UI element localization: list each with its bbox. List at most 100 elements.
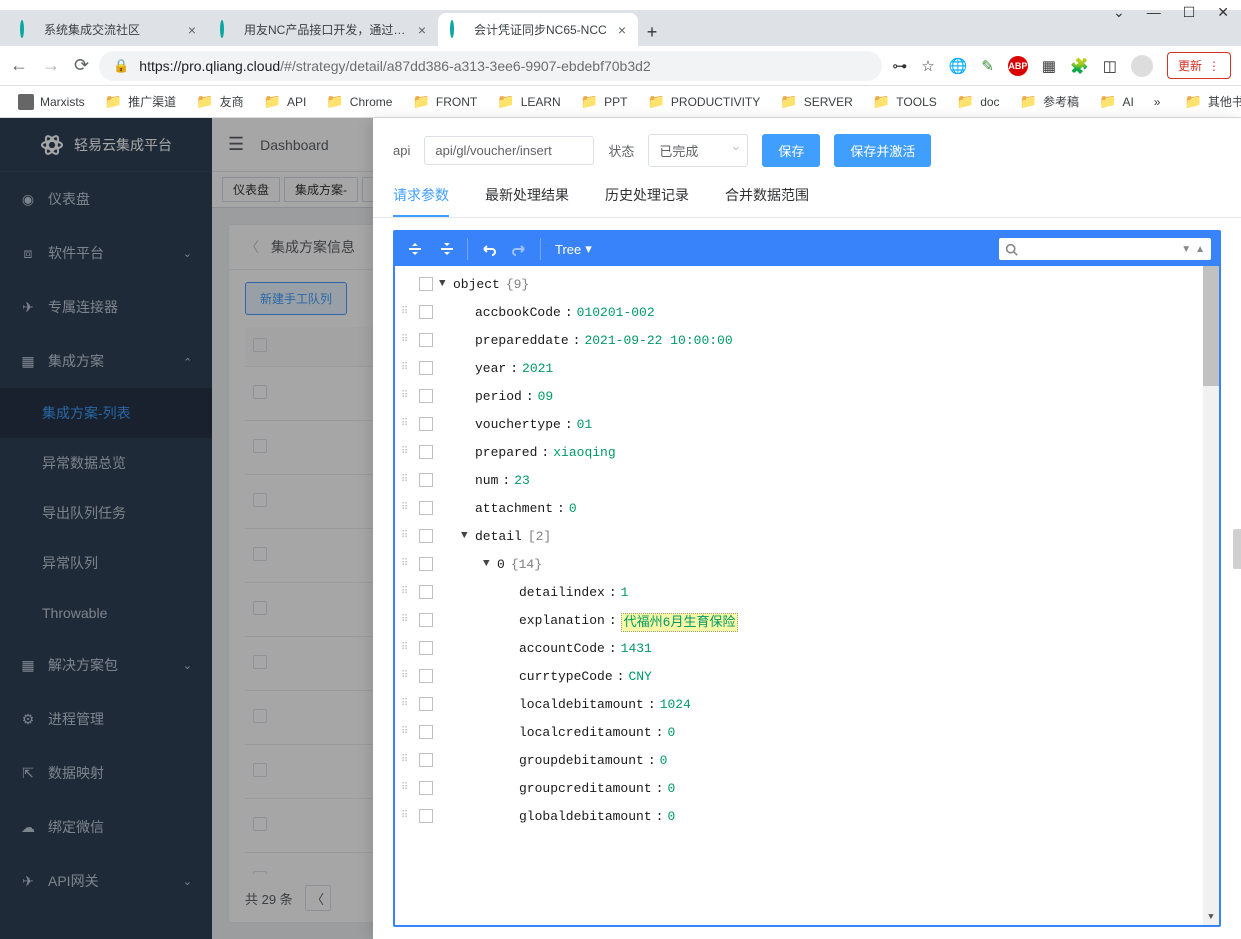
json-key[interactable]: detailindex <box>519 585 605 600</box>
drag-handle-icon[interactable]: ⠿ <box>401 815 413 818</box>
json-key[interactable]: num <box>475 473 498 488</box>
json-key[interactable]: localcreditamount <box>519 725 652 740</box>
nav-back[interactable]: ← <box>10 55 28 76</box>
caret-icon[interactable]: ▼ <box>483 558 497 570</box>
bookmark-folder-1[interactable]: 📁友商 <box>188 89 251 114</box>
sidebar-item-7[interactable]: ☁绑定微信 <box>0 800 212 854</box>
bookmark-folder-6[interactable]: 📁PPT <box>573 89 636 114</box>
drag-handle[interactable] <box>1233 529 1241 569</box>
json-value[interactable]: 1 <box>621 585 629 600</box>
json-key[interactable]: prepareddate <box>475 333 569 348</box>
json-row-17[interactable]: ⠿groupdebitamount:0 <box>395 746 1219 774</box>
expand-all-icon[interactable] <box>403 237 427 261</box>
json-value[interactable]: CNY <box>628 669 651 684</box>
bookmark-folder-7[interactable]: 📁PRODUCTIVITY <box>639 89 768 114</box>
json-row-14[interactable]: ⠿currtypeCode:CNY <box>395 662 1219 690</box>
json-key[interactable]: explanation <box>519 613 605 628</box>
search-prev-icon[interactable]: ▲ <box>1195 244 1205 255</box>
bookmark-folder-2[interactable]: 📁API <box>256 89 315 114</box>
tag-0[interactable]: 仪表盘 <box>222 177 280 202</box>
row-checkbox[interactable] <box>253 763 267 777</box>
row-menu-icon[interactable] <box>419 809 433 823</box>
json-key[interactable]: object <box>453 277 500 292</box>
status-select[interactable]: 已完成 <box>648 134 748 167</box>
json-value[interactable]: xiaoqing <box>553 445 615 460</box>
nav-reload[interactable]: ⟳ <box>74 55 89 76</box>
json-row-18[interactable]: ⠿groupcreditamount:0 <box>395 774 1219 802</box>
drag-handle-icon[interactable]: ⠿ <box>401 731 413 734</box>
json-row-9[interactable]: ⠿▼detail[2] <box>395 522 1219 550</box>
drag-handle-icon[interactable]: ⠿ <box>401 339 413 342</box>
mode-select[interactable]: Tree ▾ <box>549 239 598 259</box>
browser-tab-2[interactable]: 会计凭证同步NC65-NCC× <box>438 13 638 46</box>
json-value[interactable]: 1024 <box>660 697 691 712</box>
eyedropper-icon[interactable]: ✎ <box>981 57 994 75</box>
panel-tab-2[interactable]: 历史处理记录 <box>605 175 689 217</box>
undo-icon[interactable] <box>476 237 500 261</box>
row-menu-icon[interactable] <box>419 417 433 431</box>
json-row-3[interactable]: ⠿year:2021 <box>395 354 1219 382</box>
panel-tab-3[interactable]: 合并数据范围 <box>725 175 809 217</box>
json-row-0[interactable]: ▼object{9} <box>395 270 1219 298</box>
row-checkbox[interactable] <box>253 709 267 723</box>
bookmark-folder-9[interactable]: 📁TOOLS <box>865 89 945 114</box>
json-search[interactable]: ▼ ▲ <box>999 238 1211 260</box>
json-row-2[interactable]: ⠿prepareddate:2021-09-22 10:00:00 <box>395 326 1219 354</box>
sidebar-item-6[interactable]: ⇱数据映射 <box>0 746 212 800</box>
row-menu-icon[interactable] <box>419 361 433 375</box>
json-key[interactable]: currtypeCode <box>519 669 613 684</box>
sidebar-sub-3-3[interactable]: 异常队列 <box>0 538 212 588</box>
row-checkbox[interactable] <box>253 493 267 507</box>
panel-tab-1[interactable]: 最新处理结果 <box>485 175 569 217</box>
star-icon[interactable]: ☆ <box>921 57 934 75</box>
sidebar-item-4[interactable]: ▦解决方案包⌄ <box>0 638 212 692</box>
scroll-down-icon[interactable]: ▼ <box>1203 909 1219 925</box>
sidebar-sub-3-0[interactable]: 集成方案-列表 <box>0 388 212 438</box>
row-menu-icon[interactable] <box>419 501 433 515</box>
json-value[interactable]: 0 <box>667 725 675 740</box>
json-search-input[interactable] <box>1022 242 1177 256</box>
hamburger-icon[interactable]: ☰ <box>228 134 244 155</box>
row-menu-icon[interactable] <box>419 697 433 711</box>
other-bookmarks[interactable]: 📁其他书签 <box>1176 89 1241 114</box>
tab-close-icon[interactable]: × <box>188 22 196 38</box>
collapse-all-icon[interactable] <box>435 237 459 261</box>
json-row-16[interactable]: ⠿localcreditamount:0 <box>395 718 1219 746</box>
drag-handle-icon[interactable]: ⠿ <box>401 423 413 426</box>
window-minimize[interactable]: — <box>1147 4 1161 21</box>
json-row-11[interactable]: ⠿detailindex:1 <box>395 578 1219 606</box>
bookmark-folder-4[interactable]: 📁FRONT <box>404 89 485 114</box>
bookmark-marxists[interactable]: Marxists <box>10 90 93 114</box>
json-value[interactable]: 1431 <box>621 641 652 656</box>
bookmark-folder-10[interactable]: 📁doc <box>949 89 1008 114</box>
row-menu-icon[interactable] <box>419 389 433 403</box>
json-value[interactable]: 0 <box>569 501 577 516</box>
row-menu-icon[interactable] <box>419 557 433 571</box>
json-value[interactable]: 0 <box>660 753 668 768</box>
save-activate-button[interactable]: 保存并激活 <box>834 134 931 167</box>
sidebar-item-3[interactable]: ▦集成方案⌄ <box>0 334 212 388</box>
sidebar-sub-3-4[interactable]: Throwable <box>0 588 212 638</box>
browser-tab-1[interactable]: 用友NC产品接口开发，通过轻易× <box>208 13 438 46</box>
drag-handle-icon[interactable]: ⠿ <box>401 675 413 678</box>
caret-icon[interactable]: ▼ <box>461 530 475 542</box>
json-key[interactable]: accountCode <box>519 641 605 656</box>
drag-handle-icon[interactable]: ⠿ <box>401 759 413 762</box>
json-value[interactable]: 0 <box>667 781 675 796</box>
json-row-6[interactable]: ⠿prepared:xiaoqing <box>395 438 1219 466</box>
drag-handle-icon[interactable]: ⠿ <box>401 311 413 314</box>
pager-prev[interactable]: 〈 <box>305 885 331 911</box>
row-checkbox[interactable] <box>253 817 267 831</box>
drag-handle-icon[interactable]: ⠿ <box>401 535 413 538</box>
sidebar-item-2[interactable]: ✈专属连接器 <box>0 280 212 334</box>
json-row-19[interactable]: ⠿globaldebitamount:0 <box>395 802 1219 830</box>
row-menu-icon[interactable] <box>419 529 433 543</box>
sidebar-sub-3-1[interactable]: 异常数据总览 <box>0 438 212 488</box>
new-manual-queue-button[interactable]: 新建手工队列 <box>245 282 347 315</box>
update-button[interactable]: 更新⋮ <box>1167 52 1231 79</box>
search-next-icon[interactable]: ▼ <box>1181 244 1191 255</box>
json-row-4[interactable]: ⠿period:09 <box>395 382 1219 410</box>
json-row-13[interactable]: ⠿accountCode:1431 <box>395 634 1219 662</box>
puzzle-icon[interactable]: 🧩 <box>1070 57 1089 75</box>
row-menu-icon[interactable] <box>419 585 433 599</box>
